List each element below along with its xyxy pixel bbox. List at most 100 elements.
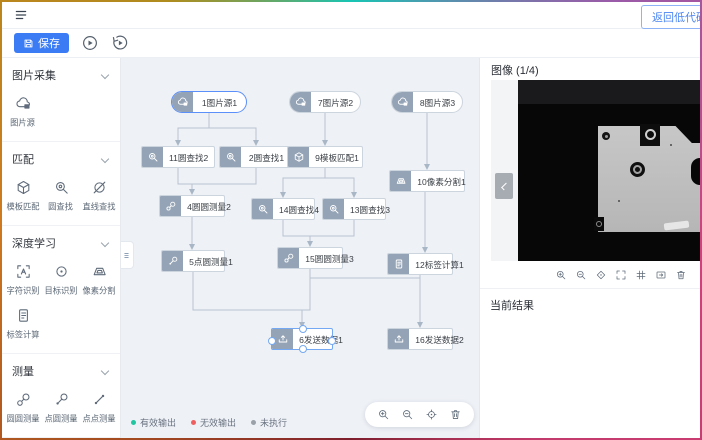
grid-icon[interactable]	[635, 269, 647, 281]
palette-item-圆圆测量[interactable]: 圆圆测量	[4, 391, 42, 425]
palette-item-label: 圆圆测量	[6, 413, 39, 425]
fullscreen-icon[interactable]	[615, 269, 627, 281]
palette-section-header[interactable]: 图片采集	[2, 58, 120, 85]
node-connection-handle[interactable]	[268, 337, 276, 345]
node-connection-handle[interactable]	[328, 337, 336, 345]
flow-node-6[interactable]: 6发送数据1	[271, 328, 333, 350]
locate-icon[interactable]	[425, 408, 438, 421]
legend-item: 无效输出	[191, 416, 236, 429]
plate-notch	[691, 158, 700, 185]
palette-item-点圆测量[interactable]: 点圆测量	[42, 391, 80, 425]
palette-section-header[interactable]: 测量	[2, 354, 120, 381]
circle-find-icon	[252, 199, 273, 219]
circle-find-icon	[142, 147, 163, 167]
flow-node-label: 12标签计算1	[411, 255, 469, 274]
legend-dot	[251, 420, 256, 425]
zoom-in-icon[interactable]	[555, 269, 567, 281]
back-to-lowcode-button[interactable]: 返回低代码	[641, 5, 700, 29]
flow-node-15[interactable]: 15圆圆测量3	[277, 247, 343, 269]
chevron-down-icon	[101, 239, 109, 247]
plate-dot	[670, 144, 672, 146]
run-button[interactable]	[80, 34, 99, 53]
chevron-down-icon	[101, 155, 109, 163]
palette-section-1: 匹配模板匹配圆查找直线查找	[2, 142, 120, 226]
palette-item-像素分割[interactable]: 像素分割	[80, 263, 118, 297]
palette-section-items: 圆圆测量点圆测量点点测量	[2, 381, 120, 431]
zoom-out-icon[interactable]	[575, 269, 587, 281]
tool-palette: 图片采集图片源匹配模板匹配圆查找直线查找深度学习字符识别目标识别像素分割标签计算…	[2, 58, 121, 438]
flow-node-14[interactable]: 14圆查找4	[251, 198, 315, 220]
preview-title: 图像 (1/4)	[480, 58, 700, 80]
flow-node-16[interactable]: 16发送数据2	[387, 328, 453, 350]
flow-node-8[interactable]: 8图片源3	[391, 91, 463, 113]
flow-node-11[interactable]: 11圆查找2	[141, 146, 215, 168]
palette-item-直线查找[interactable]: 直线查找	[80, 179, 118, 213]
zoom-out-icon[interactable]	[401, 408, 414, 421]
aim-icon[interactable]	[595, 269, 607, 281]
palette-section-label: 匹配	[12, 151, 34, 167]
palette-item-模板匹配[interactable]: 模板匹配	[4, 179, 42, 213]
template-match-icon	[288, 147, 309, 167]
palette-item-图片源[interactable]: 图片源	[4, 95, 42, 129]
palette-section-items: 字符识别目标识别像素分割标签计算	[2, 253, 120, 347]
chevron-left-icon	[501, 182, 509, 190]
flow-node-4[interactable]: 4圆圆测量2	[159, 195, 225, 217]
legend-label: 无效输出	[200, 416, 236, 429]
pixel-segment-icon	[91, 263, 108, 280]
cloud-image-icon	[392, 92, 413, 112]
flow-node-label: 2圆查找1	[242, 148, 290, 167]
delete-icon[interactable]	[675, 269, 687, 281]
app-body: 图片采集图片源匹配模板匹配圆查找直线查找深度学习字符识别目标识别像素分割标签计算…	[2, 58, 700, 438]
current-results-title: 当前结果	[480, 289, 700, 321]
line-find-icon	[91, 179, 108, 196]
palette-section-3: 测量圆圆测量点圆测量点点测量	[2, 354, 120, 438]
save-label: 保存	[38, 35, 60, 51]
zoom-in-icon[interactable]	[377, 408, 390, 421]
node-connection-handle[interactable]	[299, 345, 307, 353]
measure-circle-circle-icon	[278, 248, 299, 268]
flow-node-label: 9模板匹配1	[310, 148, 363, 167]
run-once-button[interactable]	[110, 34, 129, 53]
cloud-image-icon	[290, 92, 311, 112]
legend-dot	[131, 420, 136, 425]
object-detect-icon	[53, 263, 70, 280]
previous-image-button[interactable]	[495, 173, 513, 199]
palette-section-0: 图片采集图片源	[2, 58, 120, 142]
palette-section-label: 深度学习	[12, 235, 56, 251]
palette-item-标签计算[interactable]: 标签计算	[4, 307, 42, 341]
canvas-toolbar	[365, 402, 474, 427]
pixel-segment-icon	[390, 171, 411, 191]
vision-flow-app: 返回低代码 保存 图片采集图片源匹配模板匹配圆查找直线查找深度学习字	[2, 2, 700, 438]
measure-point-circle-icon	[162, 251, 183, 271]
palette-item-圆查找[interactable]: 圆查找	[42, 179, 80, 213]
delete-icon[interactable]	[449, 408, 462, 421]
palette-item-字符识别[interactable]: 字符识别	[4, 263, 42, 297]
menu-icon[interactable]	[14, 8, 28, 22]
flow-node-label: 11圆查找2	[164, 148, 213, 167]
palette-item-目标识别[interactable]: 目标识别	[42, 263, 80, 297]
sidebar-collapse-handle[interactable]	[121, 241, 134, 269]
flow-canvas[interactable]: 1图片源1 7图片源2 8图片源3 11圆查找2 2圆查找1 9模板匹配1 10像素分割1 4…	[121, 58, 479, 438]
compare-icon[interactable]	[655, 269, 667, 281]
palette-item-点点测量[interactable]: 点点测量	[80, 391, 118, 425]
flow-node-10[interactable]: 10像素分割1	[389, 170, 465, 192]
flow-node-label: 16发送数据2	[411, 330, 469, 349]
flow-node-13[interactable]: 13圆查找3	[322, 198, 386, 220]
plate-top-tab	[640, 124, 660, 146]
palette-section-header[interactable]: 深度学习	[2, 226, 120, 253]
flow-node-9[interactable]: 9模板匹配1	[287, 146, 363, 168]
palette-item-label: 模板匹配	[6, 201, 39, 213]
flow-node-12[interactable]: 12标签计算1	[387, 253, 453, 275]
save-button[interactable]: 保存	[14, 33, 69, 53]
chevron-down-icon	[101, 71, 109, 79]
preview-image	[518, 80, 700, 261]
flow-node-1[interactable]: 1图片源1	[171, 91, 247, 113]
flow-node-5[interactable]: 5点圆测量1	[161, 250, 225, 272]
palette-item-label: 目标识别	[44, 285, 77, 297]
palette-section-2: 深度学习字符识别目标识别像素分割标签计算	[2, 226, 120, 354]
node-connection-handle[interactable]	[299, 325, 307, 333]
palette-section-header[interactable]: 匹配	[2, 142, 120, 169]
flow-node-7[interactable]: 7图片源2	[289, 91, 361, 113]
flow-node-2[interactable]: 2圆查找1	[219, 146, 293, 168]
flow-node-label: 14圆查找4	[274, 200, 323, 219]
